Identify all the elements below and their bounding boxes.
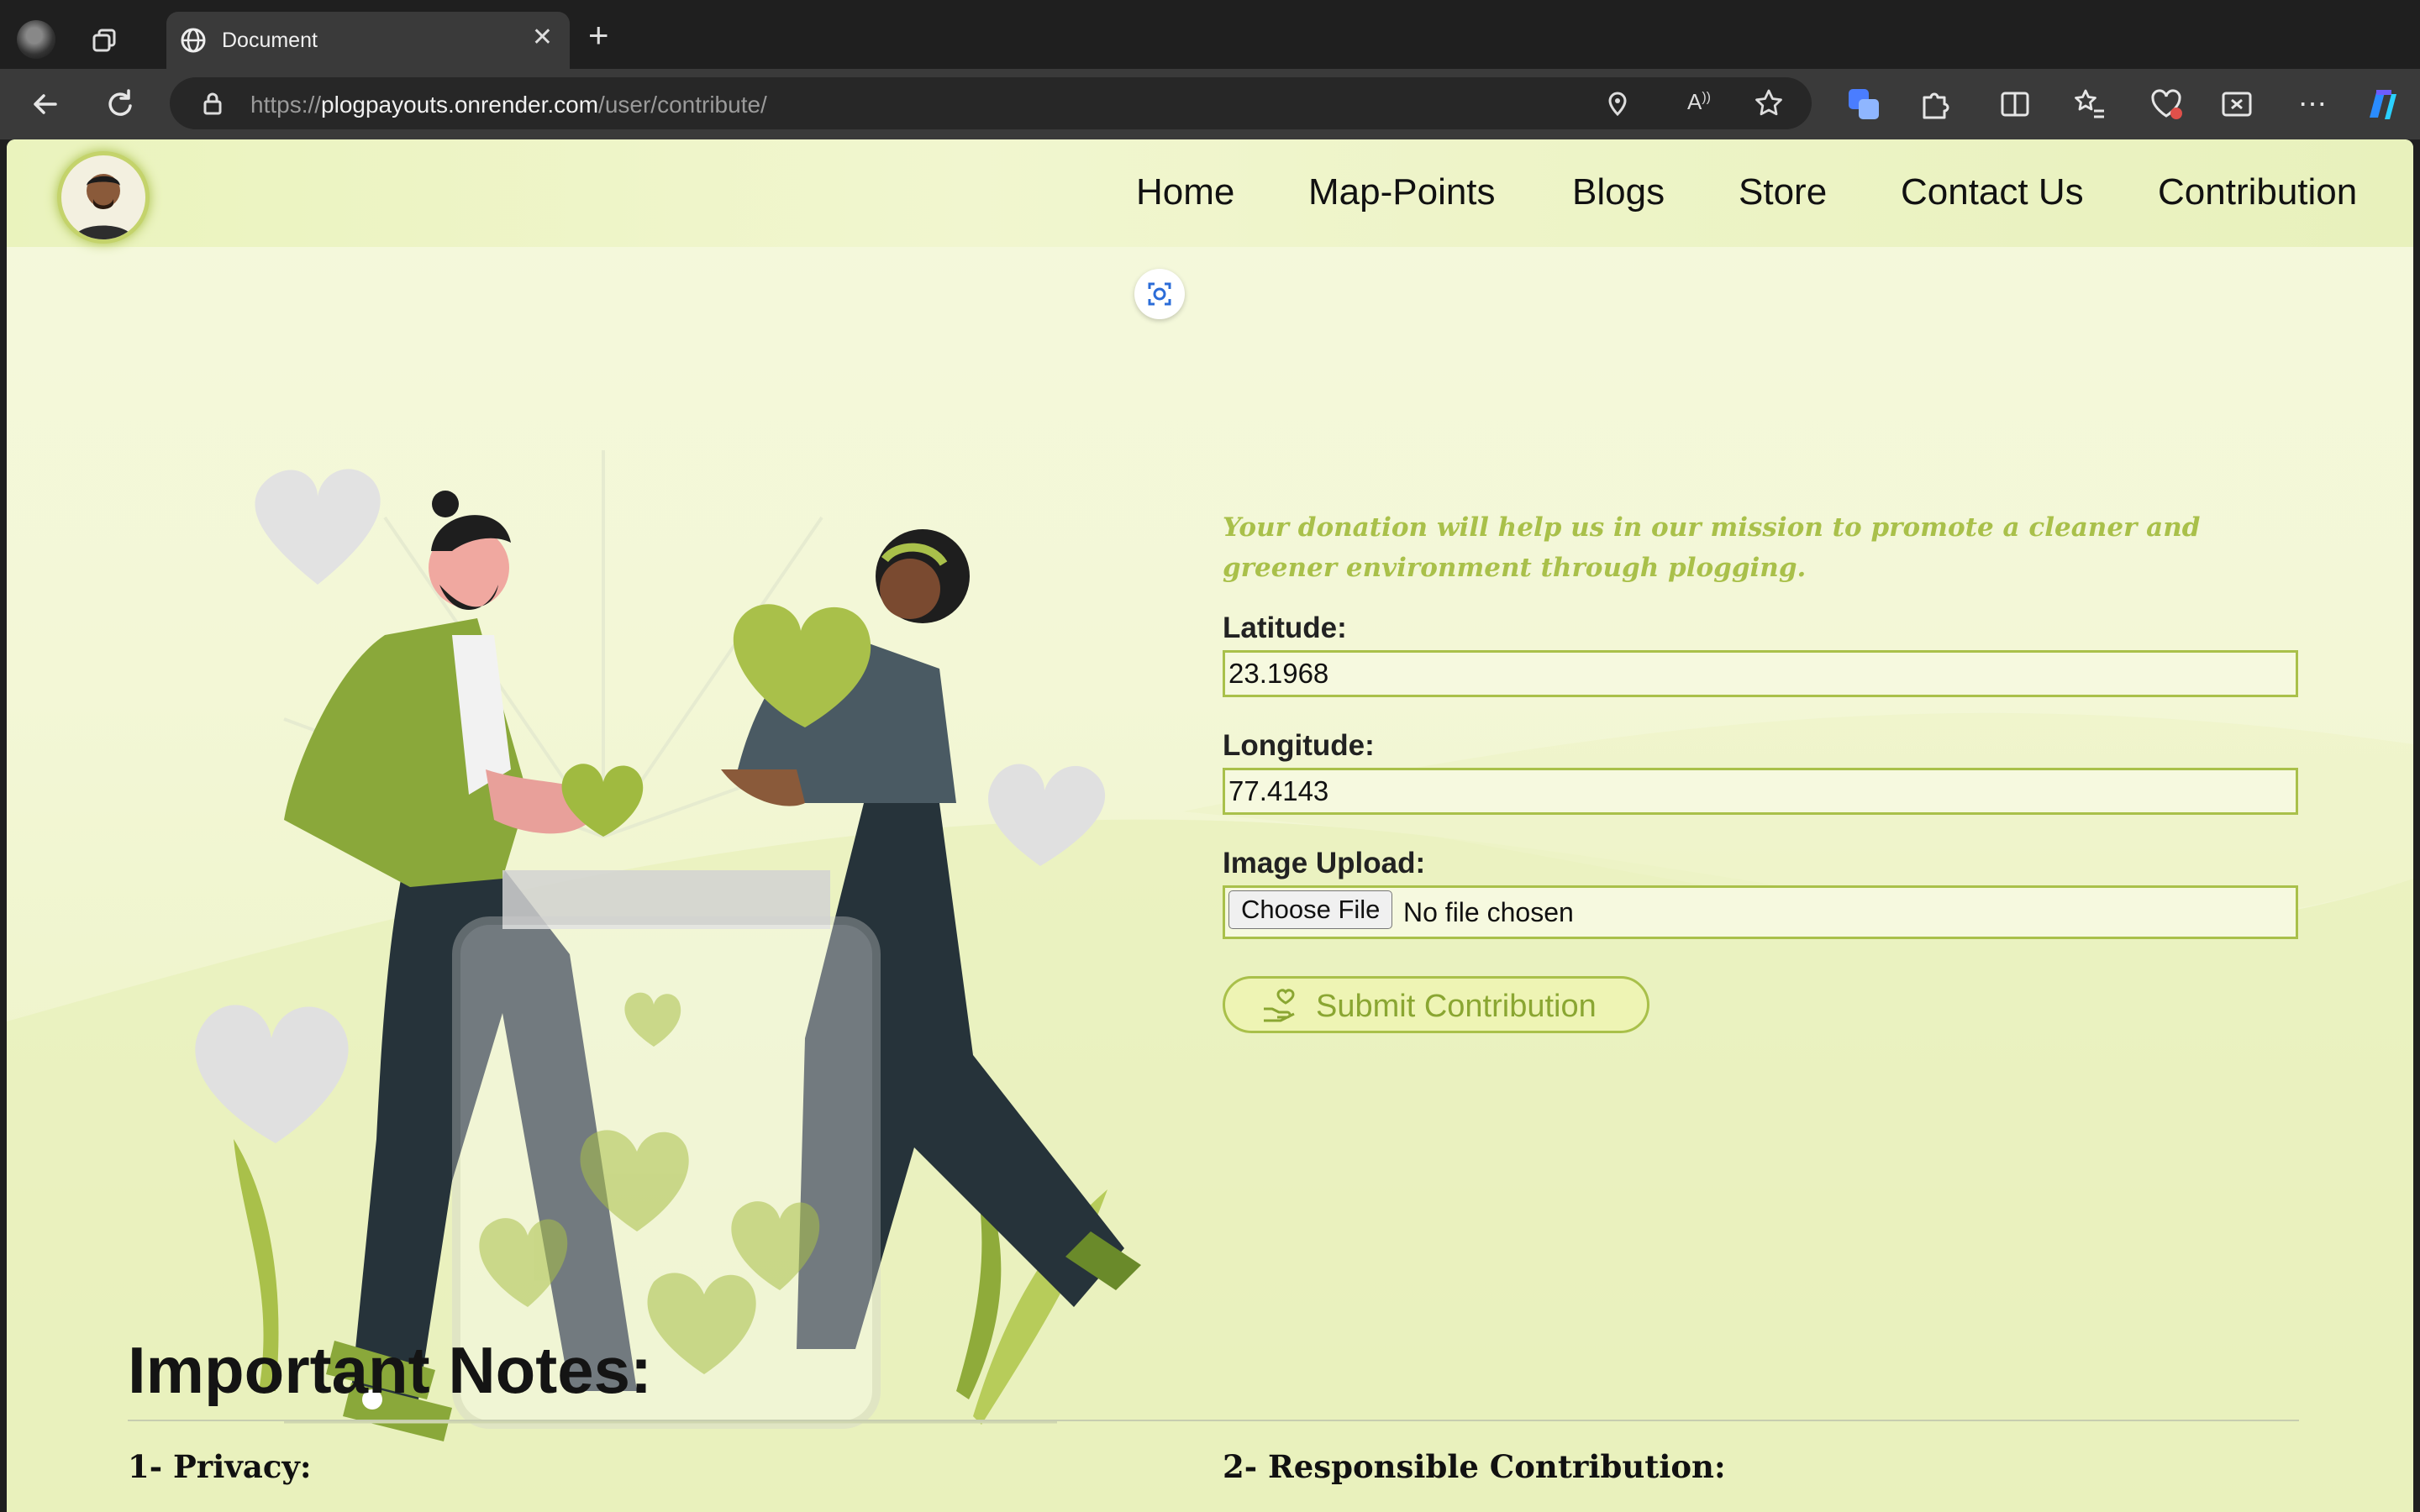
browser-profile-avatar[interactable]: [17, 20, 55, 59]
url-path: /user/contribute/: [598, 92, 767, 118]
url-host: plogpayouts.onrender.com: [321, 92, 599, 118]
new-tab-icon[interactable]: +: [588, 18, 609, 53]
image-upload-label: Image Upload:: [1223, 847, 1426, 879]
favorites-list-icon[interactable]: [2070, 86, 2107, 123]
hand-heart-icon: [1260, 987, 1301, 1028]
submit-contribution-button[interactable]: Submit Contribution: [1223, 976, 1649, 1033]
nav-store[interactable]: Store: [1739, 171, 1827, 213]
globe-icon: [178, 25, 208, 60]
note-privacy-title: 1- Privacy:: [128, 1448, 312, 1485]
split-screen-icon[interactable]: [1996, 86, 2033, 123]
latitude-label: Latitude:: [1223, 612, 1347, 644]
longitude-label: Longitude:: [1223, 729, 1375, 762]
favorite-star-icon[interactable]: [1753, 87, 1785, 123]
note-responsible-title: 2- Responsible Contribution:: [1223, 1448, 1726, 1485]
url-prefix: https://: [250, 92, 322, 118]
important-notes-heading: Important Notes:: [128, 1333, 652, 1407]
health-heart-icon[interactable]: [2148, 86, 2185, 123]
image-upload-field: Choose File No file chosen: [1223, 885, 2298, 939]
screenshot-icon[interactable]: [2218, 86, 2255, 123]
more-options-icon[interactable]: ⋯: [2294, 86, 2331, 123]
user-avatar[interactable]: [57, 151, 150, 244]
tab-document[interactable]: Document ✕: [166, 12, 570, 69]
nav-map-points[interactable]: Map-Points: [1308, 171, 1496, 213]
longitude-input[interactable]: 77.4143: [1223, 768, 2298, 815]
donation-intro-text: Your donation will help us in our missio…: [1223, 512, 2201, 583]
lock-icon[interactable]: [198, 89, 227, 122]
url-text: https://plogpayouts.onrender.com/user/co…: [250, 92, 767, 118]
back-icon[interactable]: [27, 86, 64, 123]
copilot-icon[interactable]: [2361, 86, 2398, 123]
browser-tab-bar: Document ✕ +: [0, 0, 2420, 69]
web-page: Home Map-Points Blogs Store Contact Us C…: [7, 139, 2413, 1512]
close-tab-icon[interactable]: ✕: [532, 25, 553, 50]
nav-contribution[interactable]: Contribution: [2158, 171, 2357, 213]
latitude-input[interactable]: 23.1968: [1223, 650, 2298, 697]
choose-file-button[interactable]: Choose File: [1228, 890, 1393, 929]
read-aloud-icon[interactable]: A)): [1687, 89, 1711, 115]
nav-blogs[interactable]: Blogs: [1572, 171, 1665, 213]
extensions-puzzle-icon[interactable]: [1916, 86, 1953, 123]
workspaces-icon[interactable]: [87, 22, 124, 59]
extension-color-icon[interactable]: [1845, 86, 1882, 123]
browser-toolbar: https://plogpayouts.onrender.com/user/co…: [0, 69, 2420, 139]
location-pin-icon[interactable]: [1603, 89, 1632, 122]
address-bar[interactable]: https://plogpayouts.onrender.com/user/co…: [170, 77, 1812, 129]
submit-label: Submit Contribution: [1316, 989, 1597, 1024]
no-file-chosen-text: No file chosen: [1403, 897, 1574, 927]
nav-contact-us[interactable]: Contact Us: [1901, 171, 2084, 213]
donation-illustration: [195, 450, 1141, 1441]
notes-divider: [128, 1420, 2299, 1421]
top-navigation: Home Map-Points Blogs Store Contact Us C…: [7, 139, 2413, 247]
nav-home[interactable]: Home: [1136, 171, 1234, 213]
tab-title: Document: [222, 29, 318, 52]
refresh-icon[interactable]: [101, 86, 138, 123]
